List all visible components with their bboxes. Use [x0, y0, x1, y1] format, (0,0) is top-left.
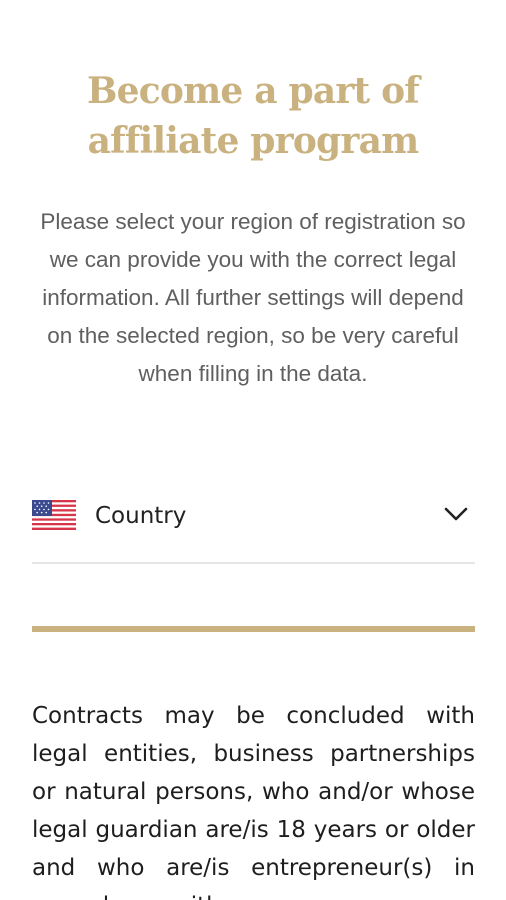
country-dropdown[interactable]: Country: [32, 492, 475, 564]
us-flag-icon: [32, 500, 76, 530]
affiliate-registration-page: Become a part of affiliate program Pleas…: [0, 0, 506, 900]
legal-contracts-text: Contracts may be concluded with legal en…: [32, 703, 475, 900]
page-title: Become a part of affiliate program: [87, 70, 420, 162]
gold-divider: [32, 626, 475, 632]
intro-text: Please select your region of registratio…: [40, 209, 466, 386]
chevron-down-icon: [443, 504, 469, 524]
country-select-value: Country: [95, 503, 187, 529]
